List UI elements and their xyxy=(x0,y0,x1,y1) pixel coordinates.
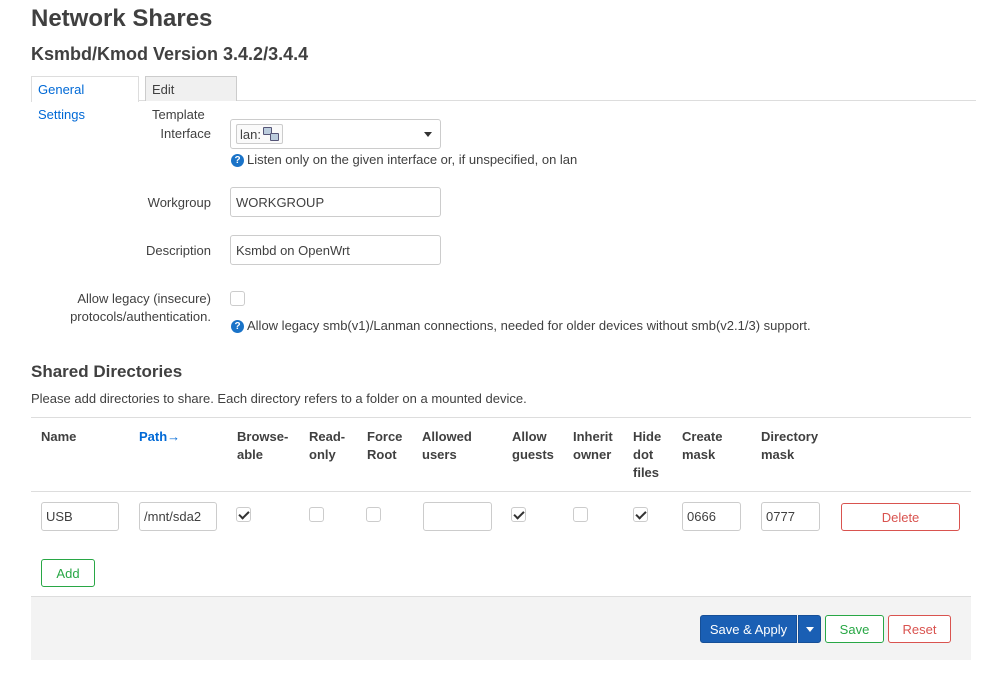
col-name: Name xyxy=(41,429,77,444)
interface-help-text: Listen only on the given interface or, i… xyxy=(247,152,578,167)
allow-guests-checkbox[interactable] xyxy=(511,507,526,522)
col-path-label: Path xyxy=(139,429,168,444)
chevron-down-icon xyxy=(805,626,814,632)
col-read-only-line1: Read- xyxy=(309,429,346,444)
reset-button[interactable]: Reset xyxy=(888,615,951,643)
col-hide-dot-files-line2: dot xyxy=(633,447,654,462)
col-create-mask: Create mask xyxy=(682,428,722,464)
col-read-only: Read- only xyxy=(309,428,345,464)
tab-general-settings[interactable]: General Settings xyxy=(31,76,139,122)
share-name-input[interactable] xyxy=(41,502,119,531)
legacy-checkbox[interactable] xyxy=(230,291,245,306)
col-directory-mask: Directory mask xyxy=(761,428,818,464)
directory-mask-input[interactable] xyxy=(761,502,820,531)
read-only-checkbox[interactable] xyxy=(309,507,324,522)
col-read-only-line2: only xyxy=(309,447,336,462)
col-allowed-users-line1: Allowed xyxy=(422,429,472,444)
col-browseable-line1: Browse- xyxy=(237,429,289,444)
force-root-checkbox[interactable] xyxy=(366,507,381,522)
page-title: Network Shares xyxy=(31,5,213,32)
col-directory-mask-line1: Directory xyxy=(761,429,819,444)
col-allow-guests-line2: guests xyxy=(512,447,554,462)
legacy-label-line1: Allow legacy (insecure) xyxy=(77,291,211,306)
description-label: Description xyxy=(145,243,211,258)
browseable-checkbox[interactable] xyxy=(236,507,251,522)
col-inherit-owner-line1: Inherit xyxy=(573,429,613,444)
workgroup-label: Workgroup xyxy=(147,195,211,210)
col-hide-dot-files: Hide dot files xyxy=(633,428,661,482)
col-hide-dot-files-line3: files xyxy=(633,465,660,480)
col-create-mask-line2: mask xyxy=(682,447,716,462)
shares-table: Name Path→ Browse- able Read- only Force… xyxy=(31,417,971,597)
col-allow-guests-line1: Allow xyxy=(512,429,547,444)
col-create-mask-line1: Create xyxy=(682,429,723,444)
save-apply-dropdown[interactable] xyxy=(798,615,821,643)
col-browseable: Browse- able xyxy=(237,428,288,464)
inherit-owner-checkbox[interactable] xyxy=(573,507,588,522)
save-button[interactable]: Save xyxy=(825,615,884,643)
col-path[interactable]: Path→ xyxy=(139,428,180,446)
help-icon: ? xyxy=(231,153,244,167)
help-icon: ? xyxy=(231,319,244,333)
col-allowed-users: Allowed users xyxy=(422,428,472,464)
legacy-help: ? Allow legacy smb(v1)/Lanman connection… xyxy=(231,318,811,334)
action-footer: Save & Apply Save Reset xyxy=(31,596,971,660)
share-path-input[interactable] xyxy=(139,502,217,531)
col-inherit-owner-line2: owner xyxy=(573,447,612,462)
tab-bar: General Settings Edit Template xyxy=(31,76,976,122)
chevron-down-icon xyxy=(424,131,432,137)
col-browseable-line2: able xyxy=(237,447,264,462)
hide-dot-files-checkbox[interactable] xyxy=(633,507,648,522)
col-force-root-line2: Root xyxy=(367,447,397,462)
col-force-root: Force Root xyxy=(367,428,402,464)
allowed-users-input[interactable] xyxy=(423,502,492,531)
shared-directories-description: Please add directories to share. Each di… xyxy=(31,391,527,406)
add-share-button[interactable]: Add xyxy=(41,559,95,587)
col-directory-mask-line2: mask xyxy=(761,447,795,462)
page-subtitle: Ksmbd/Kmod Version 3.4.2/3.4.4 xyxy=(31,44,309,64)
interface-tag: lan: xyxy=(236,124,283,144)
col-hide-dot-files-line1: Hide xyxy=(633,429,662,444)
col-allow-guests: Allow guests xyxy=(512,428,554,464)
delete-button[interactable]: Delete xyxy=(841,503,960,531)
network-interface-icon xyxy=(262,127,279,141)
col-force-root-line1: Force xyxy=(367,429,403,444)
description-input[interactable] xyxy=(230,235,441,265)
col-allowed-users-line2: users xyxy=(422,447,457,462)
tab-edit-template[interactable]: Edit Template xyxy=(145,76,237,122)
legacy-label: Allow legacy (insecure) protocols/authen… xyxy=(70,290,211,326)
create-mask-input[interactable] xyxy=(682,502,741,531)
legacy-label-line2: protocols/authentication. xyxy=(70,309,211,324)
col-inherit-owner: Inherit owner xyxy=(573,428,613,464)
save-apply-button[interactable]: Save & Apply xyxy=(700,615,797,643)
interface-select[interactable]: lan: xyxy=(230,119,441,149)
sort-arrow-icon: → xyxy=(167,429,181,444)
interface-help: ? Listen only on the given interface or,… xyxy=(231,152,577,168)
interface-value: lan: xyxy=(240,126,261,142)
table-header-divider xyxy=(31,491,971,492)
legacy-help-text: Allow legacy smb(v1)/Lanman connections,… xyxy=(247,318,811,333)
workgroup-input[interactable] xyxy=(230,187,441,217)
shared-directories-title: Shared Directories xyxy=(31,362,183,381)
interface-label: Interface xyxy=(160,126,211,141)
